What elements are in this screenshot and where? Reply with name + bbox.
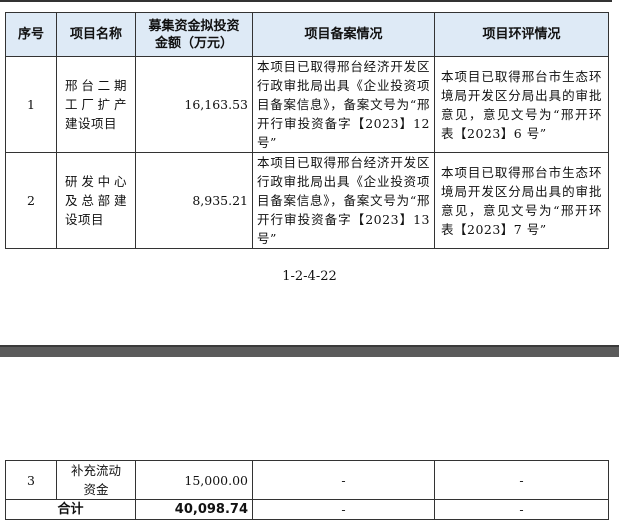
row-filing: 本项目已取得邢台经济开发区行政审批局出具《企业投资项目备案信息》，备案文号为“邢… (252, 56, 435, 153)
row-project-name: 邢台二期工厂扩产建设项目 (56, 56, 136, 153)
total-label: 合计 (5, 499, 136, 520)
page-number: 1-2-4-22 (282, 269, 337, 284)
table-header-row: 序号 项目名称 募集资金拟投资金额（万元） 项目备案情况 项目环评情况 (5, 12, 609, 57)
row-filing: - (252, 460, 435, 500)
row-eia: 本项目已取得邢台市生态环境局开发区分局出具的审批意见，意见文号为“邢开环表【20… (434, 152, 609, 249)
total-filing: - (252, 499, 435, 520)
row-filing: 本项目已取得邢台经济开发区行政审批局出具《企业投资项目备案信息》，备案文号为“邢… (252, 152, 435, 249)
row-project-name: 补充流动资金 (56, 460, 136, 500)
page-separator-edge (0, 345, 619, 347)
table-row: 2 研发中心及总部建设项目 8,935.21 本项目已取得邢台经济开发区行政审批… (5, 152, 609, 249)
header-eia-status: 项目环评情况 (434, 12, 609, 57)
total-amount: 40,098.74 (135, 499, 253, 520)
row-index: 1 (5, 56, 57, 153)
table-total-row: 合计 40,098.74 - - (5, 499, 609, 520)
row-amount: 16,163.53 (135, 56, 253, 153)
row-eia: - (434, 460, 609, 500)
row-project-name: 研发中心及总部建设项目 (56, 152, 136, 249)
table-top-border (0, 0, 612, 2)
row-amount: 15,000.00 (135, 460, 253, 500)
total-eia: - (434, 499, 609, 520)
fundraising-projects-table: 序号 项目名称 募集资金拟投资金额（万元） 项目备案情况 项目环评情况 1 邢台… (5, 12, 609, 249)
row-amount: 8,935.21 (135, 152, 253, 249)
row-index: 2 (5, 152, 57, 249)
row-index: 3 (5, 460, 57, 500)
row-eia: 本项目已取得邢台市生态环境局开发区分局出具的审批意见，意见文号为“邢开环表【20… (434, 56, 609, 153)
table-row: 3 补充流动资金 15,000.00 - - (5, 460, 609, 500)
header-index: 序号 (5, 12, 57, 57)
document-page-bottom: 3 补充流动资金 15,000.00 - - 合计 40,098.74 - - (0, 357, 619, 524)
header-investment-amount: 募集资金拟投资金额（万元） (135, 12, 253, 57)
table-row: 1 邢台二期工厂扩产建设项目 16,163.53 本项目已取得邢台经济开发区行政… (5, 56, 609, 153)
header-project-name: 项目名称 (56, 12, 136, 57)
fundraising-projects-table-continued: 3 补充流动资金 15,000.00 - - 合计 40,098.74 - - (5, 460, 609, 520)
header-filing-status: 项目备案情况 (252, 12, 435, 57)
document-page-top: 序号 项目名称 募集资金拟投资金额（万元） 项目备案情况 项目环评情况 1 邢台… (0, 0, 619, 345)
